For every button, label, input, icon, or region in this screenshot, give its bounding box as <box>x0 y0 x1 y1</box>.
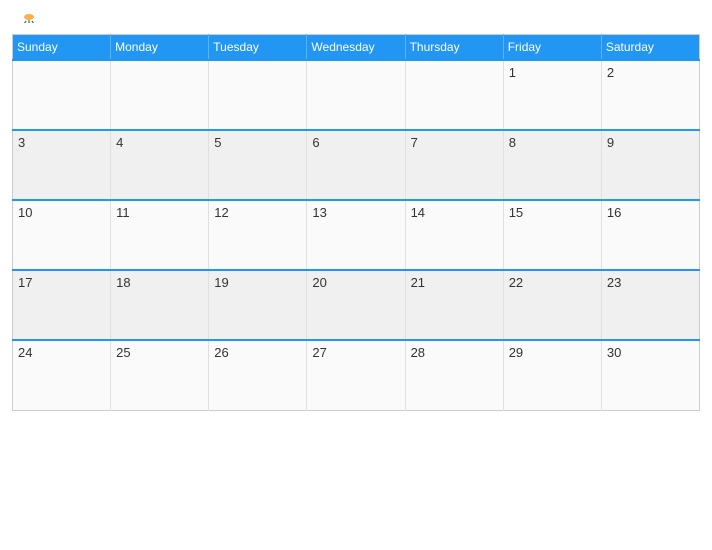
day-number: 28 <box>411 345 425 360</box>
calendar-day-cell: 28 <box>405 340 503 410</box>
calendar-day-cell: 18 <box>111 270 209 340</box>
day-number: 4 <box>116 135 123 150</box>
day-number: 14 <box>411 205 425 220</box>
calendar-day-cell <box>405 60 503 130</box>
day-number: 8 <box>509 135 516 150</box>
calendar-day-cell: 13 <box>307 200 405 270</box>
day-number: 27 <box>312 345 326 360</box>
calendar-day-cell: 14 <box>405 200 503 270</box>
calendar-week-row: 17 18 19 20 21 22 23 <box>13 270 700 340</box>
day-number: 29 <box>509 345 523 360</box>
calendar-day-cell: 26 <box>209 340 307 410</box>
calendar-day-cell: 5 <box>209 130 307 200</box>
calendar-day-cell: 4 <box>111 130 209 200</box>
day-number: 12 <box>214 205 228 220</box>
calendar-day-cell: 17 <box>13 270 111 340</box>
day-number: 1 <box>509 65 516 80</box>
calendar-day-cell: 10 <box>13 200 111 270</box>
calendar-day-cell: 3 <box>13 130 111 200</box>
day-number: 7 <box>411 135 418 150</box>
day-number: 24 <box>18 345 32 360</box>
calendar-day-cell: 1 <box>503 60 601 130</box>
calendar-day-cell: 20 <box>307 270 405 340</box>
day-number: 25 <box>116 345 130 360</box>
calendar-day-cell <box>307 60 405 130</box>
calendar-table: Sunday Monday Tuesday Wednesday Thursday… <box>12 34 700 411</box>
calendar-day-cell: 6 <box>307 130 405 200</box>
day-number: 2 <box>607 65 614 80</box>
day-number: 9 <box>607 135 614 150</box>
day-number: 10 <box>18 205 32 220</box>
calendar-week-row: 12 <box>13 60 700 130</box>
day-number: 22 <box>509 275 523 290</box>
calendar-day-cell: 24 <box>13 340 111 410</box>
day-number: 16 <box>607 205 621 220</box>
calendar-day-cell: 29 <box>503 340 601 410</box>
calendar-day-cell: 25 <box>111 340 209 410</box>
col-tuesday: Tuesday <box>209 35 307 61</box>
day-number: 6 <box>312 135 319 150</box>
calendar-day-cell: 16 <box>601 200 699 270</box>
day-number: 20 <box>312 275 326 290</box>
calendar-page: Sunday Monday Tuesday Wednesday Thursday… <box>0 0 712 550</box>
weekday-row: Sunday Monday Tuesday Wednesday Thursday… <box>13 35 700 61</box>
calendar-day-cell <box>111 60 209 130</box>
header <box>12 10 700 26</box>
day-number: 5 <box>214 135 221 150</box>
col-monday: Monday <box>111 35 209 61</box>
calendar-day-cell: 9 <box>601 130 699 200</box>
day-number: 15 <box>509 205 523 220</box>
day-number: 23 <box>607 275 621 290</box>
calendar-week-row: 24 25 26 27 28 29 30 <box>13 340 700 410</box>
logo-flag-icon <box>18 10 40 26</box>
col-sunday: Sunday <box>13 35 111 61</box>
day-number: 30 <box>607 345 621 360</box>
calendar-header: Sunday Monday Tuesday Wednesday Thursday… <box>13 35 700 61</box>
day-number: 26 <box>214 345 228 360</box>
day-number: 11 <box>116 205 130 220</box>
calendar-day-cell <box>13 60 111 130</box>
calendar-day-cell: 12 <box>209 200 307 270</box>
day-number: 19 <box>214 275 228 290</box>
col-wednesday: Wednesday <box>307 35 405 61</box>
calendar-day-cell: 11 <box>111 200 209 270</box>
day-number: 3 <box>18 135 25 150</box>
day-number: 13 <box>312 205 326 220</box>
calendar-day-cell: 30 <box>601 340 699 410</box>
calendar-day-cell <box>209 60 307 130</box>
calendar-day-cell: 19 <box>209 270 307 340</box>
calendar-day-cell: 7 <box>405 130 503 200</box>
col-saturday: Saturday <box>601 35 699 61</box>
col-thursday: Thursday <box>405 35 503 61</box>
calendar-day-cell: 15 <box>503 200 601 270</box>
calendar-day-cell: 23 <box>601 270 699 340</box>
day-number: 18 <box>116 275 130 290</box>
calendar-day-cell: 27 <box>307 340 405 410</box>
calendar-body: 1234567891011121314151617181920212223242… <box>13 60 700 410</box>
day-number: 21 <box>411 275 425 290</box>
calendar-day-cell: 22 <box>503 270 601 340</box>
day-number: 17 <box>18 275 32 290</box>
logo <box>16 10 40 26</box>
calendar-day-cell: 2 <box>601 60 699 130</box>
calendar-week-row: 3 4 5 6 7 8 9 <box>13 130 700 200</box>
col-friday: Friday <box>503 35 601 61</box>
calendar-day-cell: 21 <box>405 270 503 340</box>
calendar-day-cell: 8 <box>503 130 601 200</box>
calendar-week-row: 10 11 12 13 14 15 16 <box>13 200 700 270</box>
